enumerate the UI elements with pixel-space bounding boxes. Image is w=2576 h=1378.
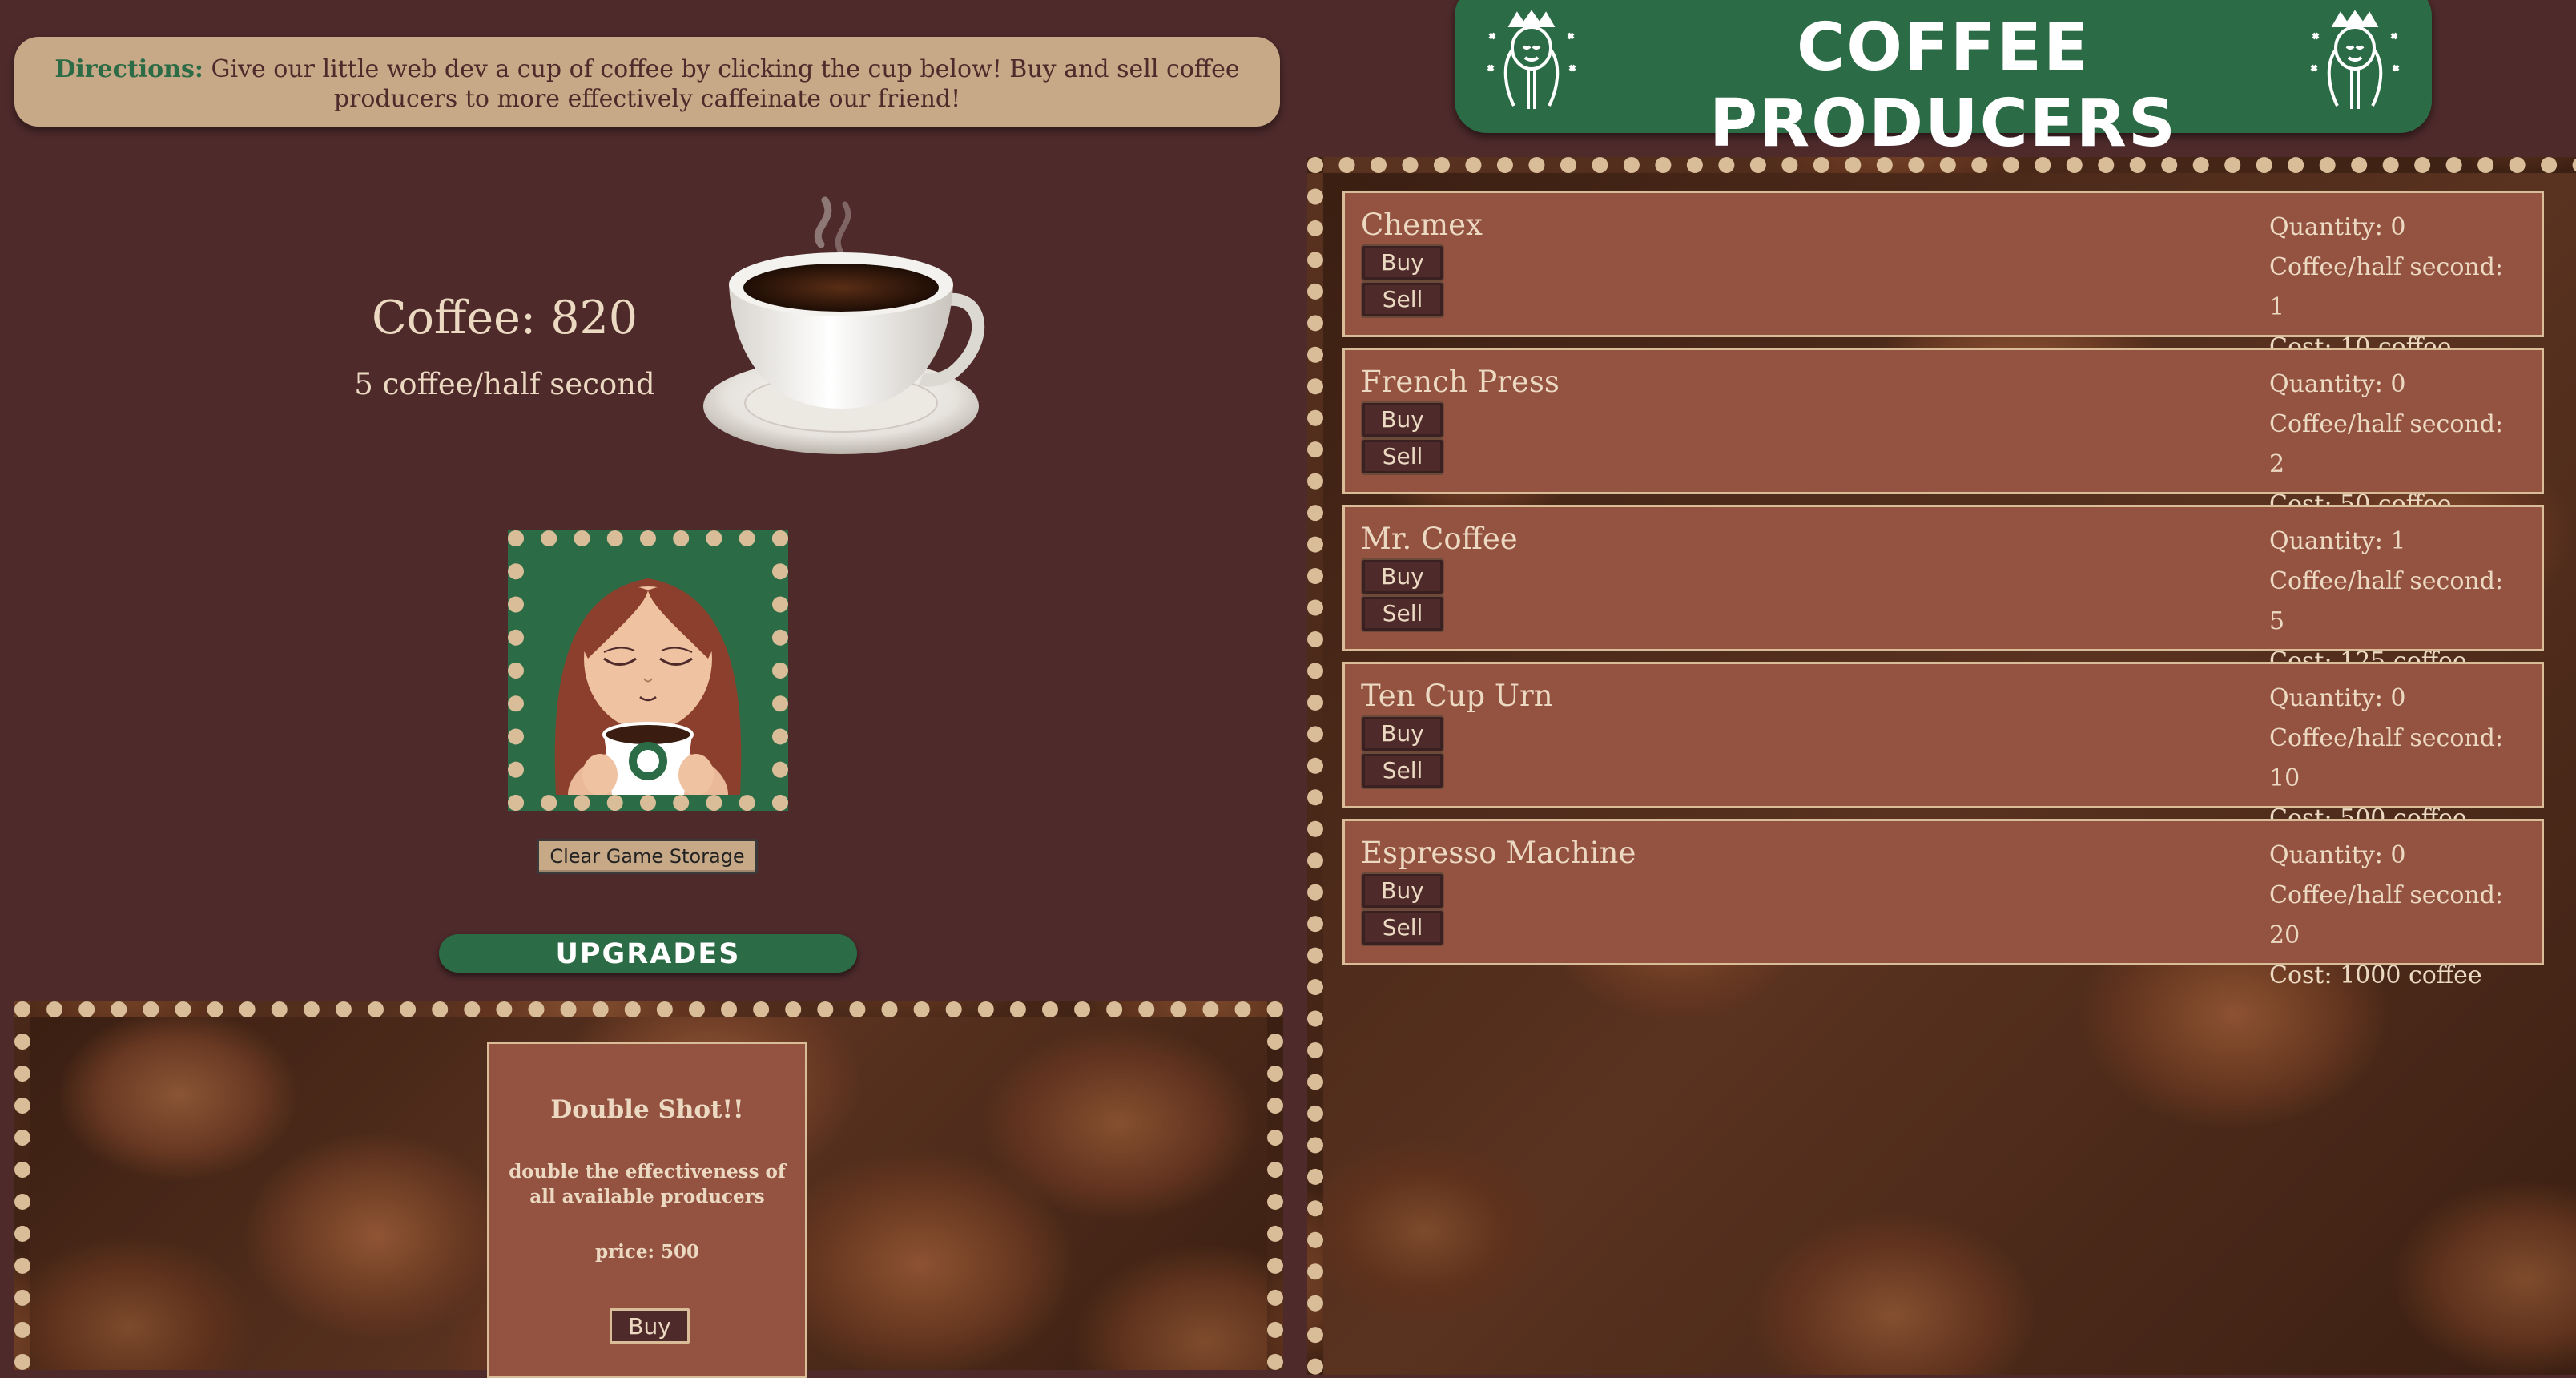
sell-espresso-machine-button[interactable]: Sell bbox=[1362, 911, 1443, 945]
buy-french-press-button[interactable]: Buy bbox=[1362, 403, 1443, 437]
producer-card-ten-cup-urn: Ten Cup Urn Buy Sell Quantity: 0 Coffee/… bbox=[1342, 662, 2544, 832]
avatar-illustration bbox=[524, 546, 772, 795]
upgrade-card-double-shot: Double Shot!! double the effectiveness o… bbox=[487, 1042, 807, 1378]
producer-quantity: Quantity: 0 bbox=[2269, 370, 2406, 398]
producer-name: French Press bbox=[1361, 365, 1560, 399]
producer-quantity: Quantity: 0 bbox=[2269, 684, 2406, 712]
buy-chemex-button[interactable]: Buy bbox=[1362, 246, 1443, 280]
producer-rate: Coffee/half second: 20 bbox=[2269, 881, 2504, 949]
producer-stats: Quantity: 0 Coffee/half second: 20 Cost:… bbox=[2269, 836, 2526, 996]
buy-espresso-machine-button[interactable]: Buy bbox=[1362, 874, 1443, 908]
sell-mr-coffee-button[interactable]: Sell bbox=[1362, 597, 1443, 631]
producer-name: Espresso Machine bbox=[1361, 836, 1636, 870]
directions-lead: Directions: bbox=[54, 55, 203, 83]
upgrade-name: Double Shot!! bbox=[550, 1095, 744, 1124]
producer-name: Chemex bbox=[1361, 208, 1483, 242]
buy-ten-cup-urn-button[interactable]: Buy bbox=[1362, 717, 1443, 751]
upgrades-heading: UPGRADES bbox=[439, 934, 857, 973]
producer-rate: Coffee/half second: 2 bbox=[2269, 410, 2504, 478]
sell-ten-cup-urn-button[interactable]: Sell bbox=[1362, 754, 1443, 788]
directions-text: Give our little web dev a cup of coffee … bbox=[203, 55, 1240, 113]
clear-game-storage-button[interactable]: Clear Game Storage bbox=[537, 839, 758, 874]
producer-name: Ten Cup Urn bbox=[1361, 679, 1553, 713]
coffee-cup-icon[interactable] bbox=[689, 196, 993, 461]
producer-quantity: Quantity: 0 bbox=[2269, 213, 2406, 241]
web-dev-avatar bbox=[508, 530, 788, 811]
siren-logo-icon bbox=[2310, 10, 2400, 109]
sell-french-press-button[interactable]: Sell bbox=[1362, 440, 1443, 473]
producer-quantity: Quantity: 0 bbox=[2269, 841, 2406, 869]
producer-card-espresso-machine: Espresso Machine Buy Sell Quantity: 0 Co… bbox=[1342, 819, 2544, 989]
producers-title: COFFEE PRODUCERS bbox=[1709, 10, 2177, 162]
producer-card-mr-coffee: Mr. Coffee Buy Sell Quantity: 1 Coffee/h… bbox=[1342, 505, 2544, 675]
producer-cost: Cost: 1000 coffee bbox=[2269, 961, 2482, 989]
siren-logo-icon bbox=[1487, 10, 1576, 109]
producer-stats: Quantity: 0 Coffee/half second: 1 Cost: … bbox=[2269, 208, 2526, 368]
directions-banner: Directions: Give our little web dev a cu… bbox=[14, 37, 1280, 127]
producer-stats: Quantity: 1 Coffee/half second: 5 Cost: … bbox=[2269, 522, 2526, 682]
coffee-counter: Coffee: 820 bbox=[371, 292, 638, 344]
producer-card-chemex: Chemex Buy Sell Quantity: 0 Coffee/half … bbox=[1342, 191, 2544, 361]
producer-stats: Quantity: 0 Coffee/half second: 2 Cost: … bbox=[2269, 365, 2526, 525]
upgrade-price: price: 500 bbox=[594, 1241, 700, 1263]
producer-card-french-press: French Press Buy Sell Quantity: 0 Coffee… bbox=[1342, 348, 2544, 518]
producer-quantity: Quantity: 1 bbox=[2269, 527, 2406, 555]
upgrade-buy-button[interactable]: Buy bbox=[610, 1308, 690, 1344]
coffee-rate: 5 coffee/half second bbox=[354, 367, 655, 401]
buy-mr-coffee-button[interactable]: Buy bbox=[1362, 560, 1443, 594]
sell-chemex-button[interactable]: Sell bbox=[1362, 283, 1443, 316]
producer-rate: Coffee/half second: 1 bbox=[2269, 253, 2504, 321]
producer-rate: Coffee/half second: 10 bbox=[2269, 724, 2504, 792]
producer-rate: Coffee/half second: 5 bbox=[2269, 567, 2504, 635]
producer-name: Mr. Coffee bbox=[1361, 522, 1518, 556]
upgrade-description: double the effectiveness of all availabl… bbox=[509, 1161, 786, 1207]
producer-stats: Quantity: 0 Coffee/half second: 10 Cost:… bbox=[2269, 679, 2526, 839]
coffee-producers-heading: COFFEE PRODUCERS bbox=[1455, 0, 2432, 162]
